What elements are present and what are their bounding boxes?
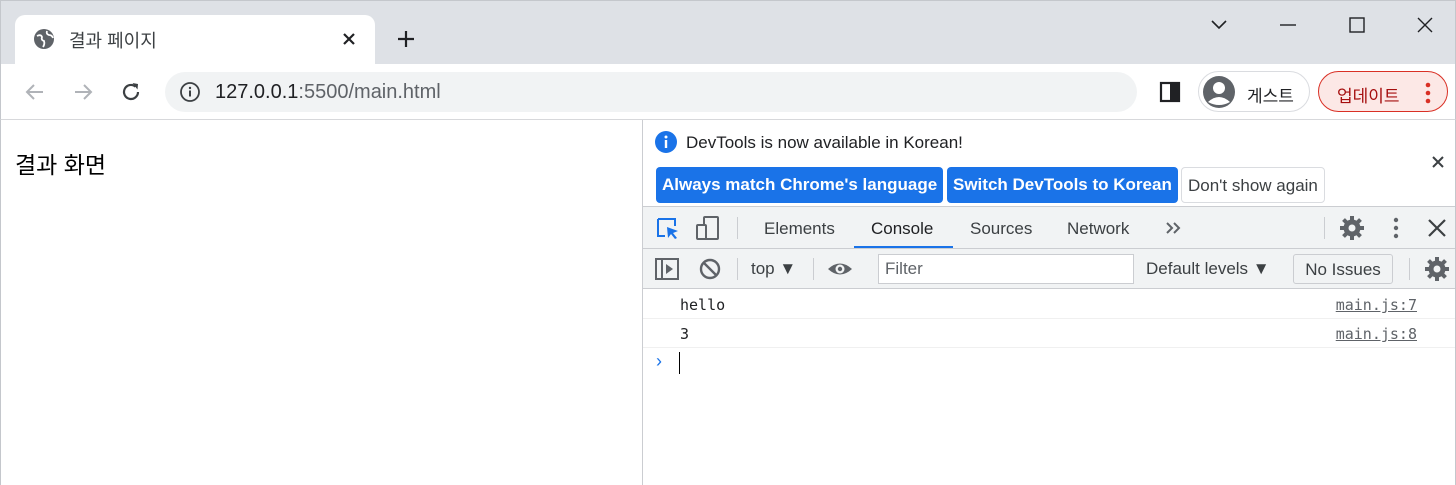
back-icon[interactable]: [23, 80, 47, 104]
inspect-element-icon[interactable]: [655, 216, 681, 242]
levels-label: Default levels: [1146, 259, 1249, 278]
page-viewport: 결과 화면: [0, 120, 642, 485]
sidebar-toggle-icon[interactable]: [654, 256, 680, 282]
tab-search-icon[interactable]: [1207, 13, 1231, 37]
log-levels-dropdown[interactable]: Default levels ▼: [1146, 259, 1270, 279]
info-icon: [655, 131, 677, 153]
browser-toolbar: 127.0.0.1:5500/main.html 게스트 업데이트: [0, 64, 1456, 120]
context-label: top: [751, 259, 775, 278]
url-path: :5500/main.html: [298, 81, 441, 103]
forward-icon[interactable]: [71, 80, 95, 104]
text-caret: [679, 352, 680, 374]
console-filter-input[interactable]: [878, 254, 1134, 284]
language-infobar: DevTools is now available in Korean! Alw…: [643, 120, 1455, 207]
console-log-row: hello main.js:7: [643, 290, 1455, 319]
devtools-panel: DevTools is now available in Korean! Alw…: [642, 120, 1456, 485]
profile-button[interactable]: 게스트: [1198, 71, 1310, 112]
separator: [737, 217, 738, 239]
tab-title: 결과 페이지: [69, 31, 157, 51]
reload-icon[interactable]: [119, 80, 143, 104]
address-bar[interactable]: 127.0.0.1:5500/main.html: [165, 72, 1137, 112]
switch-to-korean-button[interactable]: Switch DevTools to Korean: [947, 167, 1178, 203]
prompt-chevron-icon: ›: [656, 351, 662, 371]
infobar-message: DevTools is now available in Korean!: [686, 133, 963, 152]
window-close-icon[interactable]: [1413, 13, 1437, 37]
update-button[interactable]: 업데이트: [1318, 71, 1448, 112]
separator: [1409, 258, 1410, 280]
tab-strip: 결과 페이지: [0, 0, 1456, 65]
browser-tab[interactable]: 결과 페이지: [15, 15, 375, 65]
issues-button[interactable]: No Issues: [1293, 254, 1393, 284]
side-panel-icon[interactable]: [1159, 81, 1181, 103]
new-tab-icon[interactable]: [395, 28, 417, 50]
settings-gear-icon[interactable]: [1339, 215, 1365, 241]
dont-show-again-button[interactable]: Don't show again: [1181, 167, 1325, 203]
log-source-link[interactable]: main.js:7: [1336, 296, 1417, 314]
tab-elements[interactable]: Elements: [764, 219, 835, 239]
context-selector[interactable]: top ▼: [751, 259, 796, 279]
more-tabs-icon[interactable]: [1161, 215, 1187, 241]
tab-sources[interactable]: Sources: [970, 219, 1032, 239]
device-toolbar-icon[interactable]: [695, 215, 721, 241]
avatar-icon: [1203, 76, 1235, 108]
url-text: 127.0.0.1:5500/main.html: [215, 81, 441, 104]
minimize-icon[interactable]: [1276, 13, 1300, 37]
update-label: 업데이트: [1337, 87, 1400, 106]
close-tab-icon[interactable]: [339, 29, 359, 49]
console-log-row: 3 main.js:8: [643, 319, 1455, 348]
kebab-menu-icon[interactable]: [1383, 215, 1409, 241]
menu-dots-icon: [1425, 82, 1431, 104]
active-tab-indicator: [854, 246, 953, 248]
console-prompt[interactable]: ›: [643, 348, 1455, 377]
devtools-tabbar: Elements Console Sources Network: [643, 207, 1455, 249]
log-message: 3: [680, 325, 690, 343]
console-settings-icon[interactable]: [1424, 256, 1450, 282]
page-heading: 결과 화면: [15, 152, 107, 178]
separator: [737, 258, 738, 280]
profile-name: 게스트: [1247, 87, 1294, 106]
separator: [813, 258, 814, 280]
clear-console-icon[interactable]: [697, 256, 723, 282]
separator: [1324, 217, 1325, 239]
maximize-icon[interactable]: [1345, 13, 1369, 37]
globe-icon: [34, 29, 54, 49]
close-devtools-icon[interactable]: [1424, 215, 1450, 241]
console-toolbar: top ▼ Default levels ▼ No Issues: [643, 249, 1455, 289]
log-message: hello: [680, 296, 726, 314]
log-source-link[interactable]: main.js:8: [1336, 325, 1417, 343]
tab-network[interactable]: Network: [1067, 219, 1129, 239]
infobar-close-icon[interactable]: [1431, 155, 1445, 169]
live-expression-eye-icon[interactable]: [827, 256, 853, 282]
site-info-icon[interactable]: [179, 81, 201, 103]
url-host: 127.0.0.1: [215, 81, 299, 103]
always-match-language-button[interactable]: Always match Chrome's language: [656, 167, 944, 203]
tab-console[interactable]: Console: [871, 219, 933, 239]
